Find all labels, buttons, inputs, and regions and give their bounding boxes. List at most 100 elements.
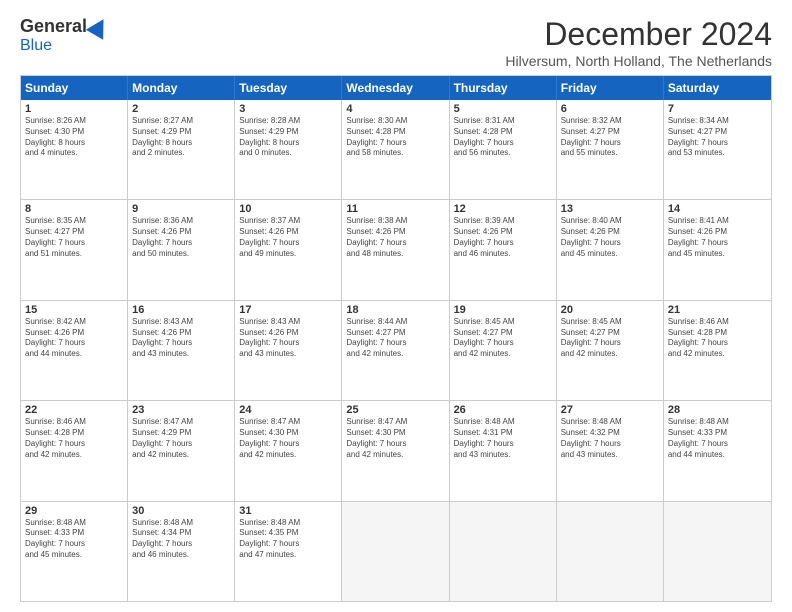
day-number: 21 bbox=[668, 304, 767, 316]
calendar-cell: 16Sunrise: 8:43 AM Sunset: 4:26 PM Dayli… bbox=[128, 301, 235, 400]
cell-text: Sunrise: 8:48 AM Sunset: 4:33 PM Dayligh… bbox=[668, 417, 767, 460]
cell-text: Sunrise: 8:39 AM Sunset: 4:26 PM Dayligh… bbox=[454, 216, 552, 259]
main-title: December 2024 bbox=[505, 16, 772, 53]
logo-blue: Blue bbox=[20, 37, 52, 55]
day-number: 31 bbox=[239, 505, 337, 517]
day-number: 24 bbox=[239, 404, 337, 416]
calendar-cell: 31Sunrise: 8:48 AM Sunset: 4:35 PM Dayli… bbox=[235, 502, 342, 601]
day-number: 12 bbox=[454, 203, 552, 215]
calendar-cell: 14Sunrise: 8:41 AM Sunset: 4:26 PM Dayli… bbox=[664, 200, 771, 299]
logo-text: General bbox=[20, 16, 109, 37]
logo-general: General bbox=[20, 16, 87, 37]
calendar-row-0: 1Sunrise: 8:26 AM Sunset: 4:30 PM Daylig… bbox=[21, 100, 771, 200]
cell-text: Sunrise: 8:47 AM Sunset: 4:30 PM Dayligh… bbox=[346, 417, 444, 460]
calendar-cell: 20Sunrise: 8:45 AM Sunset: 4:27 PM Dayli… bbox=[557, 301, 664, 400]
cell-text: Sunrise: 8:43 AM Sunset: 4:26 PM Dayligh… bbox=[239, 317, 337, 360]
cell-text: Sunrise: 8:48 AM Sunset: 4:33 PM Dayligh… bbox=[25, 518, 123, 561]
day-number: 14 bbox=[668, 203, 767, 215]
cell-text: Sunrise: 8:27 AM Sunset: 4:29 PM Dayligh… bbox=[132, 116, 230, 159]
header-day-monday: Monday bbox=[128, 76, 235, 100]
calendar-cell: 23Sunrise: 8:47 AM Sunset: 4:29 PM Dayli… bbox=[128, 401, 235, 500]
cell-text: Sunrise: 8:47 AM Sunset: 4:29 PM Dayligh… bbox=[132, 417, 230, 460]
calendar-header: SundayMondayTuesdayWednesdayThursdayFrid… bbox=[21, 76, 771, 100]
calendar-cell: 10Sunrise: 8:37 AM Sunset: 4:26 PM Dayli… bbox=[235, 200, 342, 299]
calendar-cell: 24Sunrise: 8:47 AM Sunset: 4:30 PM Dayli… bbox=[235, 401, 342, 500]
cell-text: Sunrise: 8:48 AM Sunset: 4:32 PM Dayligh… bbox=[561, 417, 659, 460]
day-number: 25 bbox=[346, 404, 444, 416]
cell-text: Sunrise: 8:46 AM Sunset: 4:28 PM Dayligh… bbox=[25, 417, 123, 460]
calendar-cell: 15Sunrise: 8:42 AM Sunset: 4:26 PM Dayli… bbox=[21, 301, 128, 400]
day-number: 28 bbox=[668, 404, 767, 416]
cell-text: Sunrise: 8:32 AM Sunset: 4:27 PM Dayligh… bbox=[561, 116, 659, 159]
day-number: 13 bbox=[561, 203, 659, 215]
cell-text: Sunrise: 8:48 AM Sunset: 4:31 PM Dayligh… bbox=[454, 417, 552, 460]
day-number: 27 bbox=[561, 404, 659, 416]
calendar-cell bbox=[342, 502, 449, 601]
cell-text: Sunrise: 8:38 AM Sunset: 4:26 PM Dayligh… bbox=[346, 216, 444, 259]
cell-text: Sunrise: 8:35 AM Sunset: 4:27 PM Dayligh… bbox=[25, 216, 123, 259]
cell-text: Sunrise: 8:42 AM Sunset: 4:26 PM Dayligh… bbox=[25, 317, 123, 360]
cell-text: Sunrise: 8:30 AM Sunset: 4:28 PM Dayligh… bbox=[346, 116, 444, 159]
cell-text: Sunrise: 8:48 AM Sunset: 4:35 PM Dayligh… bbox=[239, 518, 337, 561]
calendar-cell: 4Sunrise: 8:30 AM Sunset: 4:28 PM Daylig… bbox=[342, 100, 449, 199]
header-day-sunday: Sunday bbox=[21, 76, 128, 100]
cell-text: Sunrise: 8:31 AM Sunset: 4:28 PM Dayligh… bbox=[454, 116, 552, 159]
page: General Blue December 2024 Hilversum, No… bbox=[0, 0, 792, 612]
day-number: 1 bbox=[25, 103, 123, 115]
day-number: 19 bbox=[454, 304, 552, 316]
cell-text: Sunrise: 8:34 AM Sunset: 4:27 PM Dayligh… bbox=[668, 116, 767, 159]
header-day-saturday: Saturday bbox=[664, 76, 771, 100]
cell-text: Sunrise: 8:36 AM Sunset: 4:26 PM Dayligh… bbox=[132, 216, 230, 259]
calendar-cell bbox=[664, 502, 771, 601]
cell-text: Sunrise: 8:48 AM Sunset: 4:34 PM Dayligh… bbox=[132, 518, 230, 561]
day-number: 5 bbox=[454, 103, 552, 115]
day-number: 8 bbox=[25, 203, 123, 215]
calendar-cell: 27Sunrise: 8:48 AM Sunset: 4:32 PM Dayli… bbox=[557, 401, 664, 500]
calendar-cell: 3Sunrise: 8:28 AM Sunset: 4:29 PM Daylig… bbox=[235, 100, 342, 199]
calendar-cell: 1Sunrise: 8:26 AM Sunset: 4:30 PM Daylig… bbox=[21, 100, 128, 199]
calendar-cell: 7Sunrise: 8:34 AM Sunset: 4:27 PM Daylig… bbox=[664, 100, 771, 199]
calendar-cell: 25Sunrise: 8:47 AM Sunset: 4:30 PM Dayli… bbox=[342, 401, 449, 500]
subtitle: Hilversum, North Holland, The Netherland… bbox=[505, 53, 772, 69]
day-number: 23 bbox=[132, 404, 230, 416]
title-block: December 2024 Hilversum, North Holland, … bbox=[505, 16, 772, 69]
day-number: 7 bbox=[668, 103, 767, 115]
cell-text: Sunrise: 8:26 AM Sunset: 4:30 PM Dayligh… bbox=[25, 116, 123, 159]
day-number: 2 bbox=[132, 103, 230, 115]
logo-triangle-icon bbox=[86, 14, 112, 40]
calendar-row-3: 22Sunrise: 8:46 AM Sunset: 4:28 PM Dayli… bbox=[21, 401, 771, 501]
day-number: 16 bbox=[132, 304, 230, 316]
calendar-cell: 26Sunrise: 8:48 AM Sunset: 4:31 PM Dayli… bbox=[450, 401, 557, 500]
calendar-cell: 11Sunrise: 8:38 AM Sunset: 4:26 PM Dayli… bbox=[342, 200, 449, 299]
cell-text: Sunrise: 8:47 AM Sunset: 4:30 PM Dayligh… bbox=[239, 417, 337, 460]
calendar-row-4: 29Sunrise: 8:48 AM Sunset: 4:33 PM Dayli… bbox=[21, 502, 771, 601]
cell-text: Sunrise: 8:40 AM Sunset: 4:26 PM Dayligh… bbox=[561, 216, 659, 259]
calendar-row-1: 8Sunrise: 8:35 AM Sunset: 4:27 PM Daylig… bbox=[21, 200, 771, 300]
calendar-cell: 21Sunrise: 8:46 AM Sunset: 4:28 PM Dayli… bbox=[664, 301, 771, 400]
logo: General Blue bbox=[20, 16, 109, 55]
day-number: 26 bbox=[454, 404, 552, 416]
day-number: 9 bbox=[132, 203, 230, 215]
calendar-cell: 2Sunrise: 8:27 AM Sunset: 4:29 PM Daylig… bbox=[128, 100, 235, 199]
calendar-cell: 30Sunrise: 8:48 AM Sunset: 4:34 PM Dayli… bbox=[128, 502, 235, 601]
cell-text: Sunrise: 8:45 AM Sunset: 4:27 PM Dayligh… bbox=[454, 317, 552, 360]
calendar-cell: 5Sunrise: 8:31 AM Sunset: 4:28 PM Daylig… bbox=[450, 100, 557, 199]
header-day-friday: Friday bbox=[557, 76, 664, 100]
calendar-cell: 13Sunrise: 8:40 AM Sunset: 4:26 PM Dayli… bbox=[557, 200, 664, 299]
calendar-cell: 12Sunrise: 8:39 AM Sunset: 4:26 PM Dayli… bbox=[450, 200, 557, 299]
header-day-wednesday: Wednesday bbox=[342, 76, 449, 100]
cell-text: Sunrise: 8:37 AM Sunset: 4:26 PM Dayligh… bbox=[239, 216, 337, 259]
calendar-cell: 6Sunrise: 8:32 AM Sunset: 4:27 PM Daylig… bbox=[557, 100, 664, 199]
header-day-tuesday: Tuesday bbox=[235, 76, 342, 100]
calendar: SundayMondayTuesdayWednesdayThursdayFrid… bbox=[20, 75, 772, 602]
cell-text: Sunrise: 8:45 AM Sunset: 4:27 PM Dayligh… bbox=[561, 317, 659, 360]
calendar-row-2: 15Sunrise: 8:42 AM Sunset: 4:26 PM Dayli… bbox=[21, 301, 771, 401]
calendar-cell: 9Sunrise: 8:36 AM Sunset: 4:26 PM Daylig… bbox=[128, 200, 235, 299]
calendar-cell bbox=[450, 502, 557, 601]
day-number: 29 bbox=[25, 505, 123, 517]
calendar-cell: 22Sunrise: 8:46 AM Sunset: 4:28 PM Dayli… bbox=[21, 401, 128, 500]
day-number: 20 bbox=[561, 304, 659, 316]
header: General Blue December 2024 Hilversum, No… bbox=[20, 16, 772, 69]
calendar-cell bbox=[557, 502, 664, 601]
calendar-body: 1Sunrise: 8:26 AM Sunset: 4:30 PM Daylig… bbox=[21, 100, 771, 601]
